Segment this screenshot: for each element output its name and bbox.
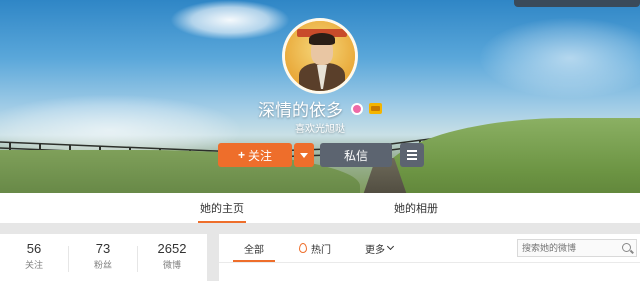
stat-followers[interactable]: 73 粉丝 — [69, 234, 137, 281]
chevron-down-icon — [300, 152, 308, 158]
feed-tab-label: 热门 — [311, 244, 331, 256]
profile-name-row: 深情的依多 — [0, 96, 640, 121]
feed-filter-bar: 全部 热门 更多 — [219, 234, 640, 281]
feed-tab-label: 全部 — [244, 244, 264, 256]
avatar[interactable] — [282, 18, 358, 94]
feed-tab-hot[interactable]: 热门 — [299, 234, 349, 262]
follow-dropdown-button[interactable] — [294, 143, 314, 167]
feed-tab-more[interactable]: 更多 — [365, 234, 405, 262]
follow-label: 关注 — [248, 148, 273, 163]
stat-following[interactable]: 56 关注 — [0, 234, 68, 281]
cloud — [170, 0, 290, 40]
stats-panel: 56 关注 73 粉丝 2652 微博 — [0, 234, 207, 281]
tab-home[interactable]: 她的主页 — [190, 193, 254, 223]
tab-label: 她的主页 — [200, 203, 244, 215]
stat-value: 73 — [95, 241, 111, 256]
more-menu-button[interactable] — [400, 143, 424, 167]
divider — [219, 262, 640, 263]
top-notification-bar — [514, 0, 640, 7]
stat-label: 微博 — [162, 260, 181, 270]
stat-posts[interactable]: 2652 微博 — [138, 234, 206, 281]
message-label: 私信 — [343, 148, 368, 163]
tab-label: 她的相册 — [394, 203, 438, 215]
follow-button[interactable]: + 关注 — [218, 143, 292, 167]
cloud — [480, 18, 640, 98]
message-button[interactable]: 私信 — [320, 143, 392, 167]
stat-label: 关注 — [24, 260, 43, 270]
stat-value: 2652 — [157, 241, 187, 256]
member-badge-icon[interactable] — [351, 102, 363, 115]
vip-badge-icon[interactable] — [369, 103, 382, 114]
stat-label: 粉丝 — [93, 260, 112, 270]
search-icon[interactable] — [622, 243, 631, 252]
flame-icon — [299, 243, 307, 253]
tab-album[interactable]: 她的相册 — [384, 193, 448, 223]
plus-icon: + — [237, 148, 245, 162]
profile-bio: 喜欢光旭哒 — [295, 124, 345, 135]
search-input[interactable] — [522, 243, 618, 253]
feed-tab-all[interactable]: 全部 — [229, 234, 279, 262]
profile-name[interactable]: 深情的依多 — [258, 96, 343, 121]
menu-icon — [407, 150, 417, 152]
search-box[interactable] — [517, 239, 637, 257]
stat-value: 56 — [26, 241, 42, 256]
feed-tab-label: 更多 — [365, 244, 385, 256]
chevron-down-icon — [386, 242, 395, 251]
profile-tabs: 她的主页 她的相册 — [0, 193, 640, 223]
